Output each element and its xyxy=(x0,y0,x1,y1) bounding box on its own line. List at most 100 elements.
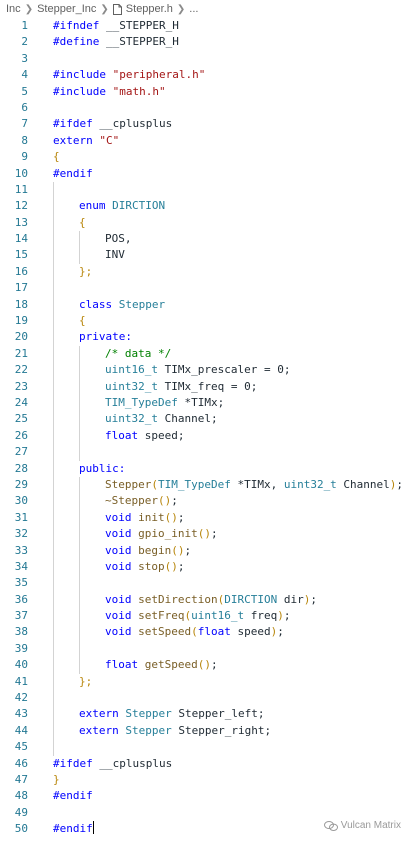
code-token: void xyxy=(105,625,132,639)
code-line[interactable]: 12 enum DIRCTION xyxy=(0,198,411,215)
code-line[interactable]: 1 #ifndef __STEPPER_H xyxy=(0,18,411,34)
line-number: 46 xyxy=(14,756,28,770)
code-line[interactable]: 40 float getSpeed(); xyxy=(0,657,411,674)
code-line[interactable]: 34 void stop(); xyxy=(0,558,411,576)
code-token: float xyxy=(105,428,139,442)
code-line[interactable]: 17 xyxy=(0,280,411,297)
code-line[interactable]: 25 uint32_t Channel; xyxy=(0,411,411,428)
code-line[interactable]: 37 void setFreq(uint16_t freq); xyxy=(0,608,411,625)
code-line[interactable]: 28 public: xyxy=(0,460,411,477)
code-line[interactable]: 44 extern Stepper Stepper_right; xyxy=(0,722,411,740)
code-line[interactable]: 45 xyxy=(0,739,411,756)
code-line[interactable]: 13 { xyxy=(0,214,411,232)
line-number: 27 xyxy=(14,445,28,459)
code-line[interactable]: 15 INV xyxy=(0,247,411,264)
code-token: setDirection xyxy=(138,592,218,606)
code-line[interactable]: 38 void setSpeed(float speed); xyxy=(0,624,411,641)
code-line[interactable]: 16}; xyxy=(0,263,411,281)
code-text: }; xyxy=(79,264,92,280)
code-token: void xyxy=(105,592,132,606)
code-line[interactable]: 7 #ifdef __cplusplus xyxy=(0,116,411,132)
indent-guide xyxy=(53,263,54,281)
indent-guide xyxy=(79,411,80,428)
code-token: ( xyxy=(191,625,198,639)
code-text: public: xyxy=(79,461,125,477)
indent-guide xyxy=(53,673,54,691)
code-line[interactable]: 4 #include "peripheral.h" xyxy=(0,67,411,83)
code-text: #endif xyxy=(53,166,93,182)
code-token: __cplusplus xyxy=(92,756,173,770)
code-token: gpio_init xyxy=(138,527,198,541)
code-line[interactable]: 36 void setDirection(DIRCTION dir); xyxy=(0,591,411,609)
breadcrumb-item-inc[interactable]: Inc xyxy=(6,3,21,15)
code-line[interactable]: 2 #define __STEPPER_H xyxy=(0,34,411,50)
code-line[interactable]: 19 { xyxy=(0,313,411,330)
code-line[interactable]: 35 xyxy=(0,575,411,592)
line-number: 15 xyxy=(14,248,28,262)
code-token: speed; xyxy=(138,428,185,442)
code-line[interactable]: 23 uint32_t TIMx_freq = 0; xyxy=(0,378,411,395)
code-token: void xyxy=(105,559,132,573)
code-line[interactable]: 20 private: xyxy=(0,329,411,346)
code-token: float xyxy=(197,625,231,639)
code-token: extern xyxy=(79,723,119,737)
code-line[interactable]: 27 xyxy=(0,444,411,461)
code-token: uint32_t xyxy=(283,477,337,491)
code-line[interactable]: 6 xyxy=(0,100,411,116)
code-token: ; xyxy=(210,658,218,672)
code-line[interactable]: 21 /* data */ xyxy=(0,345,411,363)
line-number: 2 xyxy=(21,35,28,49)
code-text: Stepper(TIM_TypeDef *TIMx, uint32_t Chan… xyxy=(105,477,403,493)
code-token: extern xyxy=(53,133,93,147)
code-line[interactable]: 49 xyxy=(0,805,411,821)
code-line[interactable]: 9{ xyxy=(0,149,411,165)
code-text: void init(); xyxy=(105,510,185,526)
code-token: enum xyxy=(79,199,106,213)
indent-guide xyxy=(53,739,54,756)
code-line[interactable]: 32 void gpio_init(); xyxy=(0,526,411,543)
code-text: #endif xyxy=(53,821,94,837)
code-line[interactable]: 42 xyxy=(0,690,411,707)
breadcrumb-item-more[interactable]: ... xyxy=(189,3,198,15)
code-line[interactable]: 3 xyxy=(0,51,411,67)
code-token: DIRCTION xyxy=(224,592,278,606)
code-editor[interactable]: 1 #ifndef __STEPPER_H 2 #define __STEPPER_H… xyxy=(0,18,411,838)
code-line[interactable]: 30 ~Stepper(); xyxy=(0,493,411,510)
indent-guide xyxy=(79,362,80,379)
code-text: private: xyxy=(79,329,132,345)
indent-guide xyxy=(53,280,54,297)
code-line[interactable]: 48 #endif xyxy=(0,788,411,804)
indent-guide xyxy=(53,575,54,592)
code-line[interactable]: 26 float speed; xyxy=(0,427,411,445)
line-number: 24 xyxy=(14,395,28,409)
code-line[interactable]: 31 void init(); xyxy=(0,509,411,527)
code-line[interactable]: 11 xyxy=(0,181,411,199)
code-line[interactable]: 47} xyxy=(0,772,411,788)
line-number: 50 xyxy=(14,822,28,836)
code-line[interactable]: 41}; xyxy=(0,673,411,691)
code-text: uint32_t TIMx_freq = 0; xyxy=(105,379,257,395)
code-line[interactable]: 43 extern Stepper Stepper_left; xyxy=(0,706,411,723)
code-token: #ifdef xyxy=(53,117,93,131)
breadcrumb-item-file[interactable]: Stepper.h xyxy=(126,3,173,15)
indent-guide xyxy=(53,427,54,445)
breadcrumb-item-stepper-inc[interactable]: Stepper_Inc xyxy=(37,3,96,15)
line-number: 43 xyxy=(14,707,28,721)
code-line[interactable]: 14 POS, xyxy=(0,231,411,248)
code-line[interactable]: 22 uint16_t TIMx_prescaler = 0; xyxy=(0,362,411,379)
code-line[interactable]: 33 void begin(); xyxy=(0,542,411,559)
chevron-right-icon: ❯ xyxy=(24,3,34,15)
code-line[interactable]: 29 Stepper(TIM_TypeDef *TIMx, uint32_t Ch… xyxy=(0,476,411,494)
code-line[interactable]: 39 xyxy=(0,640,411,658)
code-line[interactable]: 24 TIM_TypeDef *TIMx; xyxy=(0,394,411,412)
code-line[interactable]: 5 #include "math.h" xyxy=(0,84,411,100)
code-token: ; xyxy=(177,559,185,573)
line-number: 21 xyxy=(14,346,28,360)
text-cursor xyxy=(92,821,94,835)
code-line[interactable]: 18 class Stepper xyxy=(0,296,411,314)
code-text: enum DIRCTION xyxy=(79,198,165,214)
code-line[interactable]: 46 #ifdef __cplusplus xyxy=(0,756,411,772)
code-line[interactable]: 8 extern "C" xyxy=(0,133,411,149)
code-line[interactable]: 10 #endif xyxy=(0,166,411,182)
